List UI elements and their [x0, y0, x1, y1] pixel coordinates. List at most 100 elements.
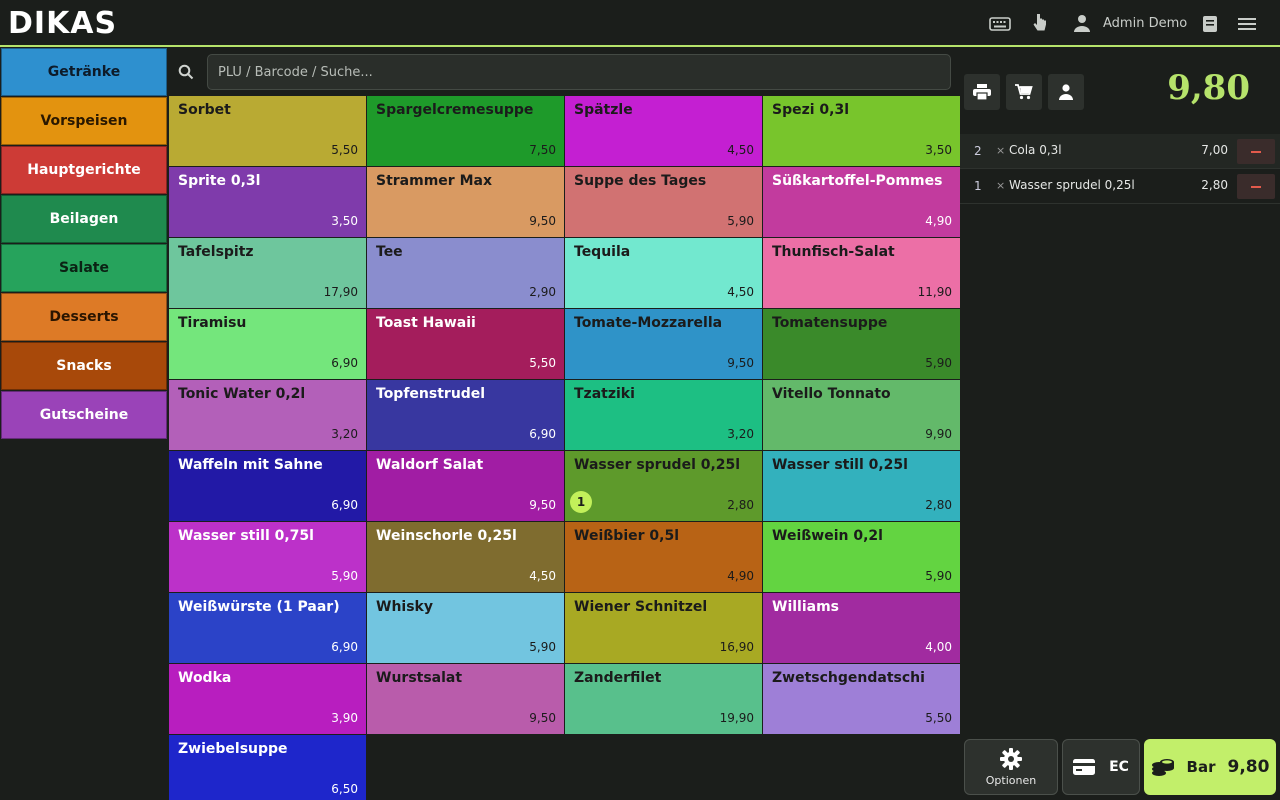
category-1[interactable]: Vorspeisen	[1, 97, 167, 145]
cart-button[interactable]	[1006, 74, 1042, 110]
product-tile[interactable]: Wasser still 0,25l 2,80	[763, 451, 960, 521]
coins-icon	[1151, 759, 1174, 776]
product-tile[interactable]: Whisky 5,90	[367, 593, 564, 663]
category-0[interactable]: Getränke	[1, 48, 167, 96]
menu-icon[interactable]	[1237, 12, 1257, 36]
product-price: 9,50	[529, 214, 556, 228]
product-tile[interactable]: Williams 4,00	[763, 593, 960, 663]
product-tile[interactable]: Tiramisu 6,90	[169, 309, 366, 379]
product-name: Zanderfilet	[574, 670, 662, 686]
product-name: Spezi 0,3l	[772, 102, 850, 118]
remove-item-button[interactable]	[1237, 139, 1275, 164]
product-name: Sprite 0,3l	[178, 173, 261, 189]
product-price: 4,50	[727, 285, 754, 299]
product-tile[interactable]: Weißwein 0,2l 5,90	[763, 522, 960, 592]
user-menu[interactable]: Admin Demo	[1073, 14, 1187, 32]
hand-pointer-icon[interactable]	[1030, 12, 1050, 36]
order-item-price: 2,80	[1201, 178, 1228, 192]
product-price: 4,90	[727, 569, 754, 583]
product-tile[interactable]: Spezi 0,3l 3,50	[763, 96, 960, 166]
product-name: Tonic Water 0,2l	[178, 386, 306, 402]
product-tile[interactable]: Topfenstrudel 6,90	[367, 380, 564, 450]
order-row[interactable]: 1 × Wasser sprudel 0,25l 2,80	[960, 169, 1280, 204]
product-price: 4,50	[529, 569, 556, 583]
product-name: Toast Hawaii	[376, 315, 476, 331]
product-name: Waldorf Salat	[376, 457, 484, 473]
product-tile[interactable]: Tee 2,90	[367, 238, 564, 308]
customer-button[interactable]	[1048, 74, 1084, 110]
product-tile[interactable]: Wiener Schnitzel 16,90	[565, 593, 762, 663]
product-tile[interactable]: Tzatziki 3,20	[565, 380, 762, 450]
product-tile[interactable]: Tequila 4,50	[565, 238, 762, 308]
product-tile[interactable]: Wurstsalat 9,50	[367, 664, 564, 734]
product-tile[interactable]: Tomate-Mozzarella 9,50	[565, 309, 762, 379]
order-qty: 2	[974, 144, 982, 158]
category-4[interactable]: Salate	[1, 244, 167, 292]
user-name: Admin Demo	[1103, 15, 1188, 31]
product-tile[interactable]: Weinschorle 0,25l 4,50	[367, 522, 564, 592]
product-name: Whisky	[376, 599, 433, 615]
book-icon[interactable]	[1200, 12, 1220, 36]
product-name: Wasser still 0,75l	[178, 528, 314, 544]
options-button[interactable]: Optionen	[964, 739, 1058, 795]
category-3[interactable]: Beilagen	[1, 195, 167, 243]
product-tile[interactable]: Sprite 0,3l 3,50	[169, 167, 366, 237]
product-tile[interactable]: Tonic Water 0,2l 3,20	[169, 380, 366, 450]
product-tile[interactable]: Wodka 3,90	[169, 664, 366, 734]
product-tile[interactable]: Waldorf Salat 9,50	[367, 451, 564, 521]
product-tile[interactable]: Suppe des Tages 5,90	[565, 167, 762, 237]
category-7[interactable]: Gutscheine	[1, 391, 167, 439]
minus-icon	[1251, 185, 1261, 188]
product-tile[interactable]: Strammer Max 9,50	[367, 167, 564, 237]
product-tile[interactable]: Wasser still 0,75l 5,90	[169, 522, 366, 592]
product-tile[interactable]: Sorbet 5,50	[169, 96, 366, 166]
product-tile[interactable]: Toast Hawaii 5,50	[367, 309, 564, 379]
product-tile[interactable]: Zanderfilet 19,90	[565, 664, 762, 734]
category-6[interactable]: Snacks	[1, 342, 167, 390]
product-tile[interactable]: Weißbier 0,5l 4,90	[565, 522, 762, 592]
product-tile[interactable]: Wasser sprudel 0,25l 2,80 1	[565, 451, 762, 521]
product-price: 3,90	[331, 711, 358, 725]
product-price: 5,50	[529, 356, 556, 370]
ec-payment-button[interactable]: EC	[1062, 739, 1140, 795]
search-input[interactable]	[207, 54, 951, 90]
product-name: Wasser sprudel 0,25l	[574, 457, 741, 473]
product-price: 9,50	[529, 711, 556, 725]
product-tile[interactable]: Zwiebelsuppe 6,50	[169, 735, 366, 800]
product-tile[interactable]: Spätzle 4,50	[565, 96, 762, 166]
product-price: 6,90	[331, 640, 358, 654]
product-name: Tafelspitz	[178, 244, 254, 260]
order-row[interactable]: 2 × Cola 0,3l 7,00	[960, 134, 1280, 169]
product-name: Weinschorle 0,25l	[376, 528, 517, 544]
product-tile[interactable]: Spargelcremesuppe 7,50	[367, 96, 564, 166]
product-tile[interactable]: Vitello Tonnato 9,90	[763, 380, 960, 450]
product-tile[interactable]: Tafelspitz 17,90	[169, 238, 366, 308]
app-logo: DIKAS	[8, 6, 118, 41]
product-name: Weißwürste (1 Paar)	[178, 599, 340, 615]
product-price: 17,90	[323, 285, 358, 299]
keyboard-icon[interactable]	[988, 12, 1012, 36]
product-price: 3,20	[727, 427, 754, 441]
product-tile[interactable]: Weißwürste (1 Paar) 6,90	[169, 593, 366, 663]
print-button[interactable]	[964, 74, 1000, 110]
category-2[interactable]: Hauptgerichte	[1, 146, 167, 194]
product-price: 5,90	[331, 569, 358, 583]
product-tile[interactable]: Zwetschgendatschi 5,50	[763, 664, 960, 734]
category-5[interactable]: Desserts	[1, 293, 167, 341]
product-tile[interactable]: Tomatensuppe 5,90	[763, 309, 960, 379]
product-tile[interactable]: Thunfisch-Salat 11,90	[763, 238, 960, 308]
product-tile[interactable]: Waffeln mit Sahne 6,90	[169, 451, 366, 521]
product-price: 16,90	[719, 640, 754, 654]
product-price: 4,50	[727, 143, 754, 157]
product-name: Wiener Schnitzel	[574, 599, 708, 615]
product-name: Spargelcremesuppe	[376, 102, 534, 118]
cash-payment-button[interactable]: Bar 9,80	[1144, 739, 1276, 795]
product-name: Süßkartoffel-Pommes	[772, 173, 943, 189]
product-name: Waffeln mit Sahne	[178, 457, 323, 473]
order-item-name: Wasser sprudel 0,25l	[1009, 178, 1135, 192]
product-price: 5,90	[925, 569, 952, 583]
remove-item-button[interactable]	[1237, 174, 1275, 199]
times-sign: ×	[996, 179, 1006, 192]
product-tile[interactable]: Süßkartoffel-Pommes 4,90	[763, 167, 960, 237]
product-price: 5,50	[331, 143, 358, 157]
